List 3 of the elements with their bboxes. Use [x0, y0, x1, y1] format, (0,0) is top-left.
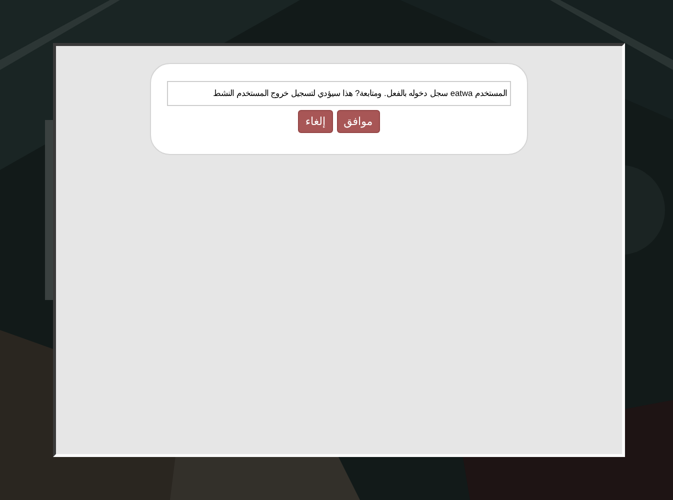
- ok-button[interactable]: موافق: [336, 110, 380, 133]
- cancel-button[interactable]: إلغاء: [298, 110, 333, 133]
- message-field: المستخدم eatwa سجل دخوله بالفعل. ومتابعة? هذا سيؤدي لتسجيل خروج المستخدم النشط: [167, 81, 511, 106]
